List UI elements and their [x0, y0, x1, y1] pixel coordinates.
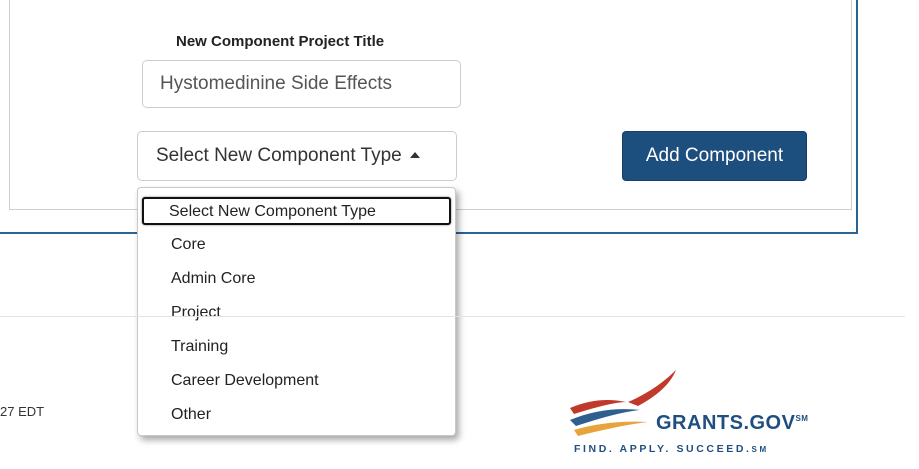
component-type-dropdown: Select New Component Type Core Admin Cor…	[137, 187, 456, 436]
project-title-label: New Component Project Title	[176, 33, 385, 50]
page: New Component Project Title Select New C…	[0, 0, 919, 469]
grants-gov-logo[interactable]: GRANTS.GOVSM FIND. APPLY. SUCCEED.SM	[568, 368, 848, 463]
project-title-input[interactable]	[142, 60, 461, 108]
component-type-select[interactable]: Select New Component Type	[137, 131, 457, 181]
dropdown-option-career-development[interactable]: Career Development	[142, 364, 451, 398]
dropdown-option-admin-core[interactable]: Admin Core	[142, 262, 451, 296]
dropdown-option-other[interactable]: Other	[142, 398, 451, 432]
logo-tagline: FIND. APPLY. SUCCEED.SM	[574, 443, 769, 455]
caret-up-icon	[409, 152, 420, 158]
logo-name: GRANTS.GOVSM	[656, 412, 809, 434]
dropdown-option-training[interactable]: Training	[142, 330, 451, 364]
dropdown-option-core[interactable]: Core	[142, 228, 451, 262]
dropdown-option-select-type[interactable]: Select New Component Type	[142, 197, 451, 225]
add-component-button[interactable]: Add Component	[622, 131, 807, 181]
footer-divider	[0, 316, 905, 317]
footer-timestamp: 27 EDT	[0, 404, 45, 419]
dropdown-option-project[interactable]: Project	[142, 296, 451, 330]
component-type-select-label: Select New Component Type	[156, 145, 402, 166]
